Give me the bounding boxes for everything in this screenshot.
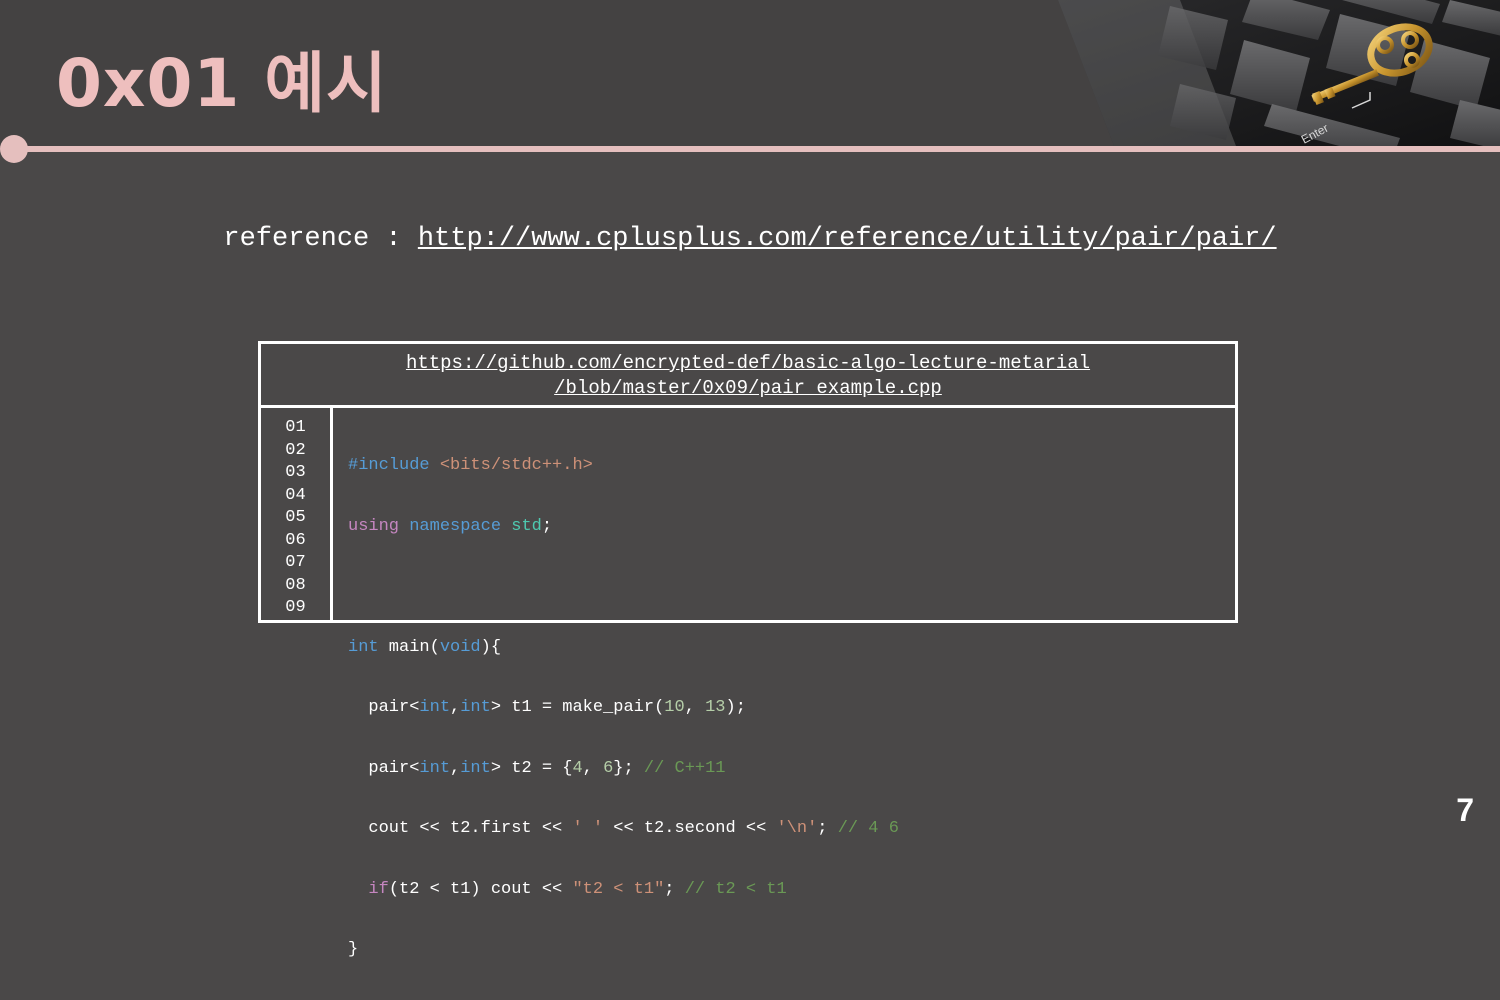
code-token: } — [348, 940, 359, 959]
code-line-7: cout << t2.first << ' ' << t2.second << … — [348, 818, 1228, 841]
code-token: std — [511, 516, 542, 536]
title-divider — [10, 146, 1500, 152]
code-token: pair< — [348, 758, 420, 778]
keyboard-key-image: Enter — [1058, 0, 1500, 146]
line-number: 01 — [285, 418, 306, 437]
slide: Enter 0x01 예시 reference : http://www.cpl… — [0, 0, 1500, 959]
code-example-box: https://github.com/encrypted-def/basic-a… — [258, 341, 1238, 959]
code-token: int — [419, 698, 451, 717]
line-number: 05 — [285, 508, 306, 527]
source-link-line1[interactable]: https://github.com/encrypted-def/basic-a… — [261, 351, 1235, 376]
code-token: ; — [817, 819, 838, 838]
code-token: , — [684, 698, 706, 717]
source-link-line2[interactable]: /blob/master/0x09/pair_example.cpp — [261, 376, 1235, 401]
code-token: // 4 6 — [837, 819, 899, 838]
code-token: ' ' — [572, 819, 604, 838]
code-body: #include <bits/stdc++.h> using namespace… — [348, 408, 1228, 959]
code-line-6: pair<int,int> t2 = {4, 6}; // C++11 — [348, 758, 1228, 781]
code-token: int — [460, 698, 491, 717]
code-token: , — [582, 758, 604, 778]
keyboard-key-photo: Enter — [1040, 0, 1500, 146]
line-number-gutter: 01 02 03 04 05 06 07 08 09 — [261, 408, 333, 620]
reference-line: reference : http://www.cplusplus.com/ref… — [0, 224, 1500, 254]
code-line-8: if(t2 < t1) cout << "t2 < t1"; // t2 < t… — [348, 879, 1228, 902]
code-token: if — [368, 879, 389, 899]
code-token: // t2 < t1 — [684, 879, 787, 899]
line-number: 08 — [285, 575, 306, 595]
code-token: void — [439, 637, 481, 657]
code-token: ){ — [480, 637, 502, 657]
code-token: "t2 < t1" — [572, 879, 665, 899]
code-token: int — [348, 637, 379, 657]
code-line-2: using namespace std; — [348, 516, 1228, 539]
code-token: > t1 = make_pair( — [490, 698, 665, 717]
code-line-4: int main(void){ — [348, 637, 1228, 660]
code-token: ; — [664, 879, 685, 899]
code-token: 10 — [664, 698, 685, 717]
code-line-5: pair<int,int> t1 = make_pair(10, 13); — [348, 697, 1228, 720]
line-number: 02 — [285, 440, 306, 460]
code-token: 13 — [705, 698, 726, 717]
code-token: ); — [725, 698, 746, 717]
code-line-1: #include <bits/stdc++.h> — [348, 455, 1228, 478]
code-token: << t2.second << — [603, 819, 777, 838]
code-line-9: } — [348, 939, 1228, 962]
code-token: , — [450, 758, 461, 778]
code-token: int — [419, 758, 451, 778]
code-token: main( — [378, 637, 440, 657]
line-number: 09 — [285, 598, 306, 617]
code-token: , — [450, 698, 461, 717]
code-token: <bits/stdc++.h> — [429, 456, 593, 475]
code-token: 6 — [603, 758, 614, 778]
code-token: cout << t2.first << — [348, 819, 573, 838]
line-number: 03 — [285, 463, 306, 482]
slide-title: 0x01 예시 — [56, 45, 388, 122]
code-token: '\n' — [776, 819, 818, 838]
code-token: using — [348, 516, 400, 536]
line-number: 06 — [285, 530, 306, 550]
code-token: }; — [613, 758, 644, 778]
code-token: namespace — [409, 516, 502, 536]
code-token: // C++11 — [643, 758, 726, 778]
code-token: (t2 < t1) cout << — [388, 879, 573, 899]
code-token: int — [460, 758, 491, 778]
source-link-row: https://github.com/encrypted-def/basic-a… — [261, 344, 1235, 408]
code-token: 4 — [572, 758, 583, 778]
line-number: 04 — [285, 485, 306, 505]
divider-dot — [0, 135, 28, 163]
reference-link[interactable]: http://www.cplusplus.com/reference/utili… — [418, 224, 1277, 254]
line-number: 07 — [285, 553, 306, 572]
code-token: > t2 = { — [490, 758, 573, 778]
code-token: #include — [348, 456, 430, 475]
page-number: 7 — [1456, 792, 1474, 828]
reference-label: reference : — [223, 224, 418, 254]
code-token: pair< — [348, 698, 420, 717]
code-token: ; — [541, 516, 553, 536]
